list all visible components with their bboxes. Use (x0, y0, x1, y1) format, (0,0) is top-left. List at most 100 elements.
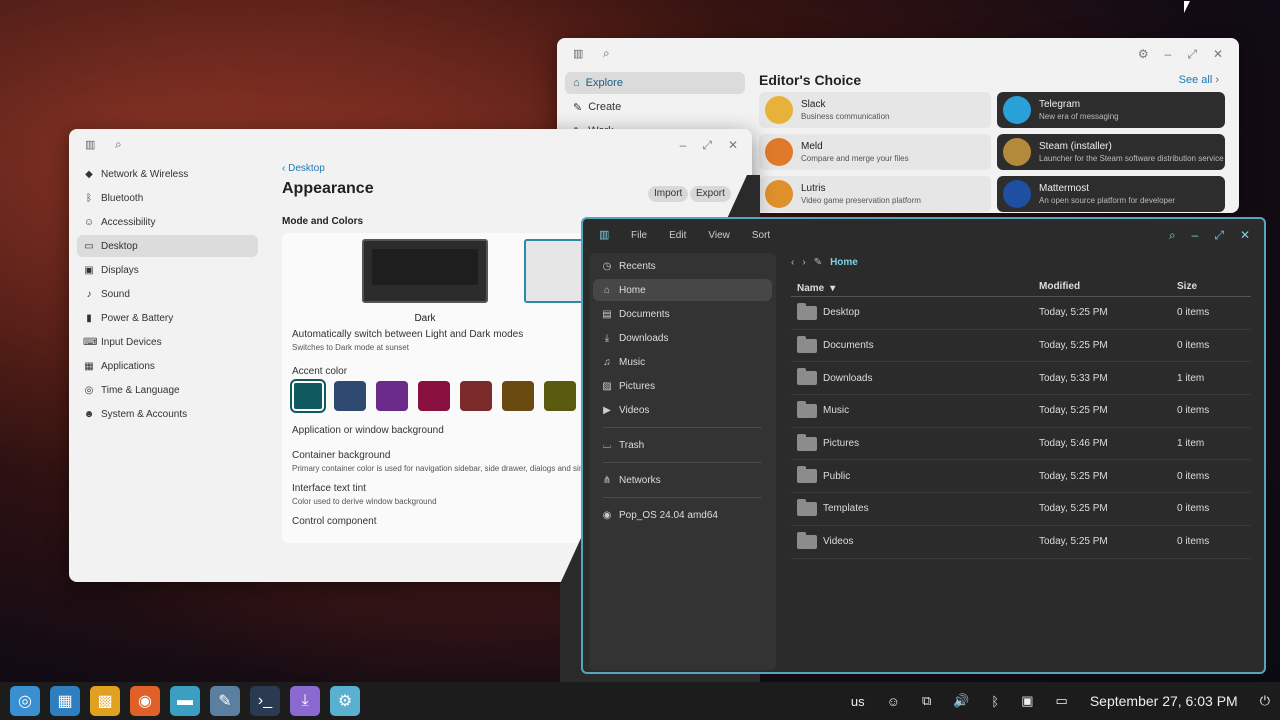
sidebar-item[interactable]: ◆ Network & Wireless (77, 163, 258, 185)
dark-mode-preview[interactable] (362, 239, 488, 303)
terminal-icon[interactable]: ›_ (250, 686, 280, 716)
maximize-icon[interactable]: ⤢ (702, 138, 712, 153)
app-card[interactable]: Mattermost An open source platform for de… (997, 176, 1225, 212)
back-icon[interactable]: ‹ (791, 257, 794, 268)
accent-swatch[interactable] (376, 381, 408, 411)
sidebar-item[interactable]: ▶ Videos (593, 399, 772, 421)
app-card[interactable]: Meld Compare and merge your files (759, 134, 991, 170)
network-icon[interactable]: ⧉ (922, 693, 931, 709)
sidebar-item[interactable]: ⌂ Home (593, 279, 772, 301)
table-row[interactable]: Videos Today, 5:25 PM 0 items (791, 526, 1251, 559)
sidebar-item[interactable]: ☺ Accessibility (77, 211, 258, 233)
sidebar-item[interactable]: ⋔ Networks (593, 469, 772, 491)
app-card[interactable]: Telegram New era of messaging (997, 92, 1225, 128)
firefox-icon[interactable]: ◉ (130, 686, 160, 716)
sidebar-item[interactable]: ▮ Power & Battery (77, 307, 258, 329)
table-row[interactable]: Pictures Today, 5:46 PM 1 item (791, 428, 1251, 461)
menu-edit[interactable]: Edit (669, 230, 686, 241)
accent-swatch[interactable] (418, 381, 450, 411)
export-button[interactable]: Export (690, 186, 731, 202)
sidebar-item[interactable]: ⌴ Trash (593, 434, 772, 456)
accent-swatch[interactable] (502, 381, 534, 411)
light-mode-preview[interactable] (524, 239, 584, 303)
sidebar-item[interactable]: ◎ Time & Language (77, 379, 258, 401)
menu-file[interactable]: File (631, 230, 647, 241)
table-row[interactable]: Documents Today, 5:25 PM 0 items (791, 330, 1251, 363)
minimize-icon[interactable]: – (1165, 47, 1172, 62)
text-editor-icon[interactable]: ✎ (210, 686, 240, 716)
table-row[interactable]: Music Today, 5:25 PM 0 items (791, 395, 1251, 428)
text-tint-title: Interface text tint (292, 483, 366, 494)
sidebar-item[interactable]: ♪ Sound (77, 283, 258, 305)
close-icon[interactable]: ✕ (1213, 47, 1223, 62)
see-all-link[interactable]: See all › (1179, 74, 1219, 86)
import-button[interactable]: Import (648, 186, 689, 202)
column-modified[interactable]: Modified (1039, 281, 1177, 296)
sidebar-item[interactable]: ▣ Displays (77, 259, 258, 281)
forward-icon[interactable]: › (802, 257, 805, 268)
path-current[interactable]: Home (830, 257, 858, 268)
accent-swatch[interactable] (460, 381, 492, 411)
close-icon[interactable]: ✕ (1240, 228, 1250, 243)
sidebar-toggle-icon[interactable]: ▥ (85, 138, 95, 151)
volume-icon[interactable]: 🔊 (953, 693, 969, 709)
power-icon[interactable]: ⏻ (1260, 693, 1270, 709)
menu-sort[interactable]: Sort (752, 230, 770, 241)
sidebar-toggle-icon[interactable]: ▥ (573, 47, 583, 60)
menu-view[interactable]: View (708, 230, 730, 241)
sidebar-item[interactable]: ♫ Music (593, 351, 772, 373)
app-grid-icon[interactable]: ▩ (90, 686, 120, 716)
battery-icon[interactable]: ▣ (1021, 693, 1033, 709)
gear-icon[interactable]: ⚙ (1138, 47, 1149, 62)
column-name[interactable]: Name ▾ (791, 281, 1039, 296)
sidebar-item[interactable]: ▤ Documents (593, 303, 772, 325)
search-icon[interactable]: ⌕ (1169, 228, 1176, 243)
accent-swatch[interactable] (334, 381, 366, 411)
store-icon[interactable]: ⤓ (290, 686, 320, 716)
sidebar-item[interactable]: ▦ Applications (77, 355, 258, 377)
workspaces-icon[interactable]: ▦ (50, 686, 80, 716)
app-card[interactable]: Steam (installer) Launcher for the Steam … (997, 134, 1225, 170)
breadcrumb[interactable]: ‹ Desktop (282, 163, 742, 174)
sidebar-item[interactable]: ◉ Pop_OS 24.04 amd64 (593, 504, 772, 526)
table-row[interactable]: Desktop Today, 5:25 PM 0 items (791, 297, 1251, 330)
table-row[interactable]: Templates Today, 5:25 PM 0 items (791, 493, 1251, 526)
store-nav-item[interactable]: ✎ Create (565, 96, 745, 118)
settings-app-icon[interactable]: ⚙ (330, 686, 360, 716)
search-icon[interactable]: ⌕ (603, 46, 610, 61)
sidebar-item[interactable]: ⤓ Downloads (593, 327, 772, 349)
edit-path-icon[interactable]: ✎ (814, 257, 822, 268)
keyboard-layout[interactable]: us (851, 694, 865, 709)
sidebar-item[interactable]: ⌨ Input Devices (77, 331, 258, 353)
minimize-icon[interactable]: – (1192, 228, 1199, 243)
notifications-icon[interactable]: ▭ (1056, 693, 1068, 709)
sidebar-item[interactable]: ◷ Recents (593, 255, 772, 277)
accent-swatch[interactable] (290, 379, 326, 413)
sidebar-toggle-icon[interactable]: ▥ (599, 228, 609, 241)
maximize-icon[interactable]: ⤢ (1214, 228, 1224, 243)
auto-switch-subtitle: Switches to Dark mode at sunset (292, 343, 409, 352)
sidebar-item[interactable]: ᛒ Bluetooth (77, 187, 258, 209)
column-size[interactable]: Size (1177, 281, 1251, 296)
sidebar-item[interactable]: ▨ Pictures (593, 375, 772, 397)
accent-swatch[interactable] (544, 381, 576, 411)
sidebar-item[interactable]: ☻ System & Accounts (77, 403, 258, 425)
app-card[interactable]: Lutris Video game preservation platform (759, 176, 991, 212)
table-row[interactable]: Public Today, 5:25 PM 0 items (791, 460, 1251, 494)
table-body: Desktop Today, 5:25 PM 0 items Documents Tod… (791, 297, 1251, 559)
store-main: Editor's Choice (759, 72, 1229, 88)
search-icon[interactable]: ⌕ (115, 137, 122, 152)
clock[interactable]: September 27, 6:03 PM (1090, 693, 1238, 709)
bluetooth-off-icon[interactable]: ᛒ (991, 694, 999, 709)
cell-name: Pictures (791, 433, 1039, 451)
maximize-icon[interactable]: ⤢ (1187, 47, 1197, 62)
launcher-icon[interactable]: ◎ (10, 686, 40, 716)
sidebar-item[interactable]: ▭ Desktop (77, 235, 258, 257)
app-card[interactable]: Slack Business communication (759, 92, 991, 128)
close-icon[interactable]: ✕ (728, 138, 738, 153)
minimize-icon[interactable]: – (680, 138, 687, 153)
table-row[interactable]: Downloads Today, 5:33 PM 1 item (791, 362, 1251, 396)
accessibility-icon[interactable]: ☺ (887, 694, 900, 709)
files-icon[interactable]: ▬ (170, 686, 200, 716)
store-nav-item[interactable]: ⌂ Explore (565, 72, 745, 94)
